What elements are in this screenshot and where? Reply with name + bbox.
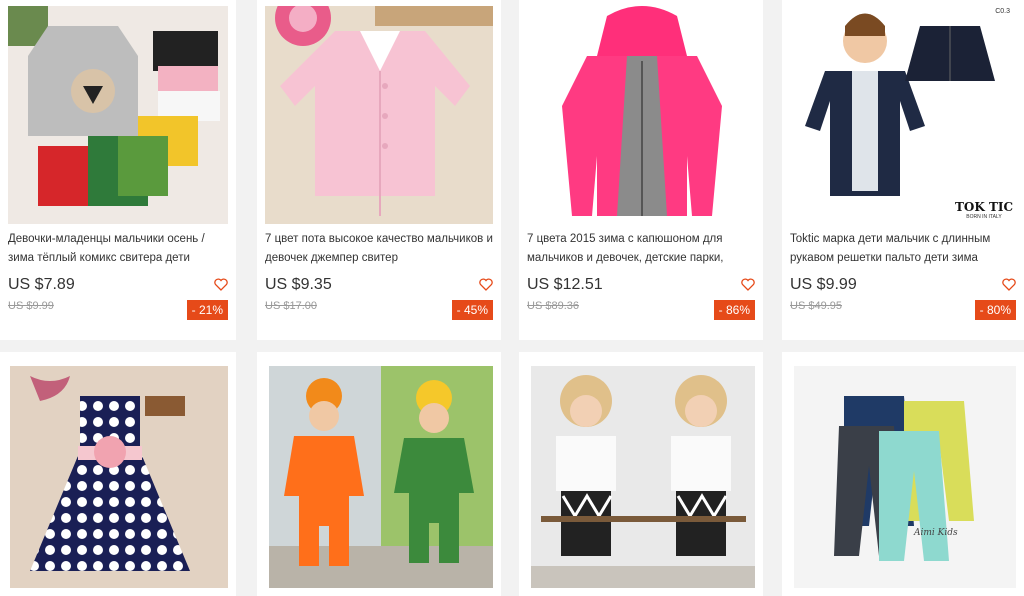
- product-card[interactable]: 7 цвета 2015 зима с капюшоном для мальчи…: [519, 0, 763, 340]
- product-title[interactable]: 7 цвет пота высокое качество мальчиков и…: [265, 230, 493, 268]
- product-price: US $7.89: [8, 276, 75, 293]
- product-title[interactable]: Девочки-младенцы мальчики осень / зима т…: [8, 230, 228, 268]
- product-card[interactable]: [257, 352, 501, 596]
- wishlist-heart-icon[interactable]: [741, 278, 755, 291]
- product-image-polka-dress[interactable]: [10, 366, 228, 588]
- product-card[interactable]: [0, 352, 236, 596]
- product-image-pink-jacket[interactable]: [527, 6, 755, 224]
- product-image-print-set[interactable]: [531, 366, 755, 588]
- image-watermark: Aimi Kids: [914, 528, 958, 538]
- product-title[interactable]: Toktic марка дети мальчик с длинным рука…: [790, 230, 1016, 268]
- product-title[interactable]: 7 цвета 2015 зима с капюшоном для мальчи…: [527, 230, 755, 268]
- product-old-price: US $17.00: [265, 300, 317, 312]
- discount-badge: - 45%: [451, 300, 493, 320]
- brand-logo: TOK TIC BORN IN ITALY: [954, 200, 1014, 220]
- discount-badge: - 80%: [974, 300, 1016, 320]
- product-price: US $12.51: [527, 276, 603, 293]
- product-image-frog-outfit[interactable]: [269, 366, 493, 588]
- product-image-harem-pants[interactable]: [794, 366, 1016, 588]
- product-card[interactable]: [519, 352, 763, 596]
- wishlist-heart-icon[interactable]: [214, 278, 228, 291]
- product-image-navy-coat[interactable]: [790, 6, 1016, 224]
- product-card[interactable]: TOK TIC BORN IN ITALY C0.3 Toktic марка …: [782, 0, 1024, 340]
- discount-badge: - 86%: [713, 300, 755, 320]
- discount-badge: - 21%: [186, 300, 228, 320]
- product-card[interactable]: 7 цвет пота высокое качество мальчиков и…: [257, 0, 501, 340]
- wishlist-heart-icon[interactable]: [1002, 278, 1016, 291]
- product-image-sweaters[interactable]: [8, 6, 228, 224]
- product-card[interactable]: Девочки-младенцы мальчики осень / зима т…: [0, 0, 236, 340]
- product-old-price: US $9.99: [8, 300, 54, 312]
- product-price: US $9.99: [790, 276, 857, 293]
- product-old-price: US $89.36: [527, 300, 579, 312]
- product-card[interactable]: Aimi Kids: [782, 352, 1024, 596]
- product-old-price: US $49.95: [790, 300, 842, 312]
- product-price: US $9.35: [265, 276, 332, 293]
- wishlist-heart-icon[interactable]: [479, 278, 493, 291]
- product-image-pink-cardigan[interactable]: [265, 6, 493, 224]
- image-tag: C0.3: [995, 8, 1010, 15]
